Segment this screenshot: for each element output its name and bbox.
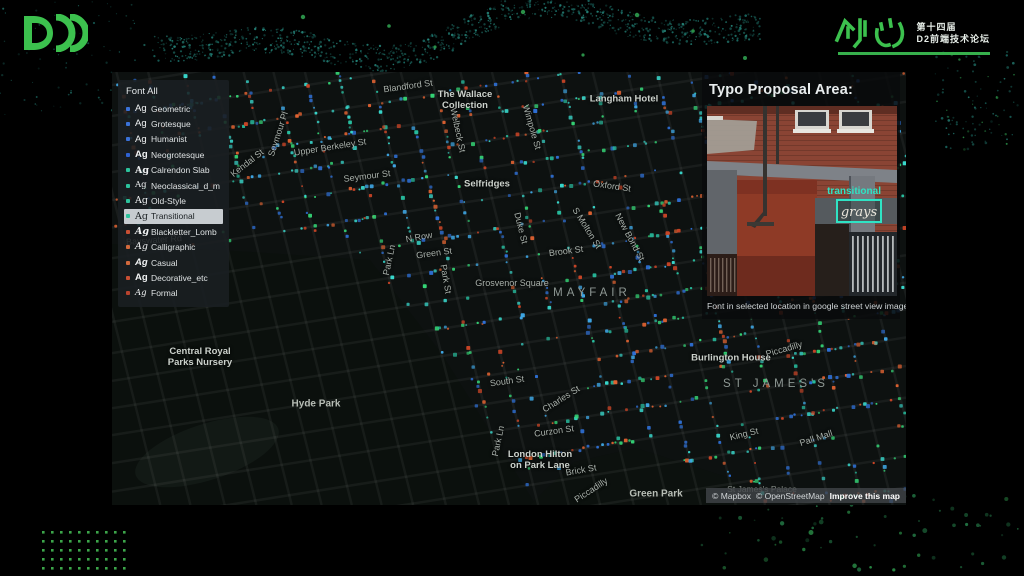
category-color-dot [126,275,130,280]
category-color-dot [126,168,130,173]
event-branding: 第十四届 D2前端技术论坛 [834,16,990,50]
map-attribution: © Mapbox © OpenStreetMap Improve this ma… [706,488,906,503]
legend-item-label: Old-Style [151,196,186,207]
legend-item-humanist[interactable]: Ag Humanist [124,132,223,147]
legend-item-transitional[interactable]: Ag Transitional [124,208,223,225]
d2-logo [22,13,90,57]
category-color-dot [126,122,130,127]
slide: 第十四届 D2前端技术论坛 Blandford St Seymour Pl The … [0,0,1024,576]
legend-item-label: Calrendon Slab [151,165,210,176]
font-sample-glyph: Ag [135,226,150,238]
legend-item-geometric[interactable]: Ag Geometric [124,101,223,116]
category-color-dot [126,291,130,296]
annotation-class-label: transitional [827,186,881,197]
legend-item-label: Blackletter_Lomb [151,226,217,237]
category-color-dot [126,137,130,142]
font-filter-legend: Font All Ag Geometric Ag Grotesque Ag Humanis… [118,80,229,308]
event-line2: D2前端技术论坛 [916,34,990,44]
legend-item-blackletter-lomb[interactable]: Ag Blackletter_Lomb [124,224,223,239]
font-sample-glyph: Ag [135,102,147,114]
legend-item-label: Neoclassical_d_m [151,180,220,191]
category-color-dot [126,152,130,157]
category-color-dot [126,229,130,234]
font-sample-glyph: Ag [135,180,147,191]
legend-item-label: Humanist [151,134,187,145]
legend-item-label: Transitional [151,211,195,222]
event-line1: 第十四届 [916,22,957,32]
legend-item-grotesque[interactable]: Ag Grotesque [124,116,223,131]
category-color-dot [126,106,130,111]
legend-item-casual[interactable]: Ag Casual [124,255,223,270]
event-underline [838,52,990,55]
legend-item-neoclassical-d-m[interactable]: Ag Neoclassical_d_m [124,178,223,193]
legend-item-neogrotesque[interactable]: Ag Neogrotesque [124,147,223,162]
font-sample-glyph: Ag [135,288,147,299]
streetview-image: grays transitional [707,106,900,296]
legend-item-label: Decorative_etc [151,272,208,283]
category-color-dot [126,199,130,204]
panel-title: Typo Proposal Area: [709,82,853,98]
font-sample-glyph: Ag [135,241,148,253]
legend-item-label: Grotesque [151,119,191,130]
legend-item-decorative-etc[interactable]: Ag Decorative_etc [124,270,223,285]
legend-item-label: Formal [151,288,178,299]
font-sample-glyph: Ag [135,149,148,161]
category-color-dot [126,183,130,188]
category-color-dot [126,245,130,250]
font-sample-glyph: Ag [135,256,148,268]
osm-link[interactable]: © OpenStreetMap [756,491,825,501]
legend-item-old-style[interactable]: Ag Old-Style [124,193,223,208]
mapbox-link[interactable]: © Mapbox [712,491,751,501]
typo-proposal-panel: Typo Proposal Area: grays transitional Fo… [702,72,906,319]
font-sample-glyph: Ag [135,133,147,145]
legend-header: Font All [126,86,158,97]
legend-item-label: Calligraphic [151,242,196,253]
legend-item-calrendon-slab[interactable]: Ag Calrendon Slab [124,163,223,178]
legend-item-label: Neogrotesque [151,149,205,160]
font-sample-glyph: Ag [135,118,147,130]
category-color-dot [126,214,130,219]
legend-item-label: Geometric [151,103,191,114]
legend-item-label: Casual [151,257,178,268]
chuangxin-logo [835,17,905,49]
category-color-dot [126,260,130,265]
detected-text-grays: grays [841,205,878,220]
improve-map-link[interactable]: Improve this map [830,491,900,501]
font-sample-glyph: Ag [135,164,150,176]
legend-item-formal[interactable]: Ag Formal [124,286,223,301]
panel-caption: Font in selected location in google stre… [707,301,906,311]
font-sample-glyph: Ag [135,195,148,207]
map-canvas[interactable]: Blandford St Seymour Pl The Wallace Collec… [112,72,906,505]
font-sample-glyph: Ag [135,210,148,222]
legend-item-calligraphic[interactable]: Ag Calligraphic [124,240,223,255]
font-sample-glyph: Ag [135,272,148,284]
